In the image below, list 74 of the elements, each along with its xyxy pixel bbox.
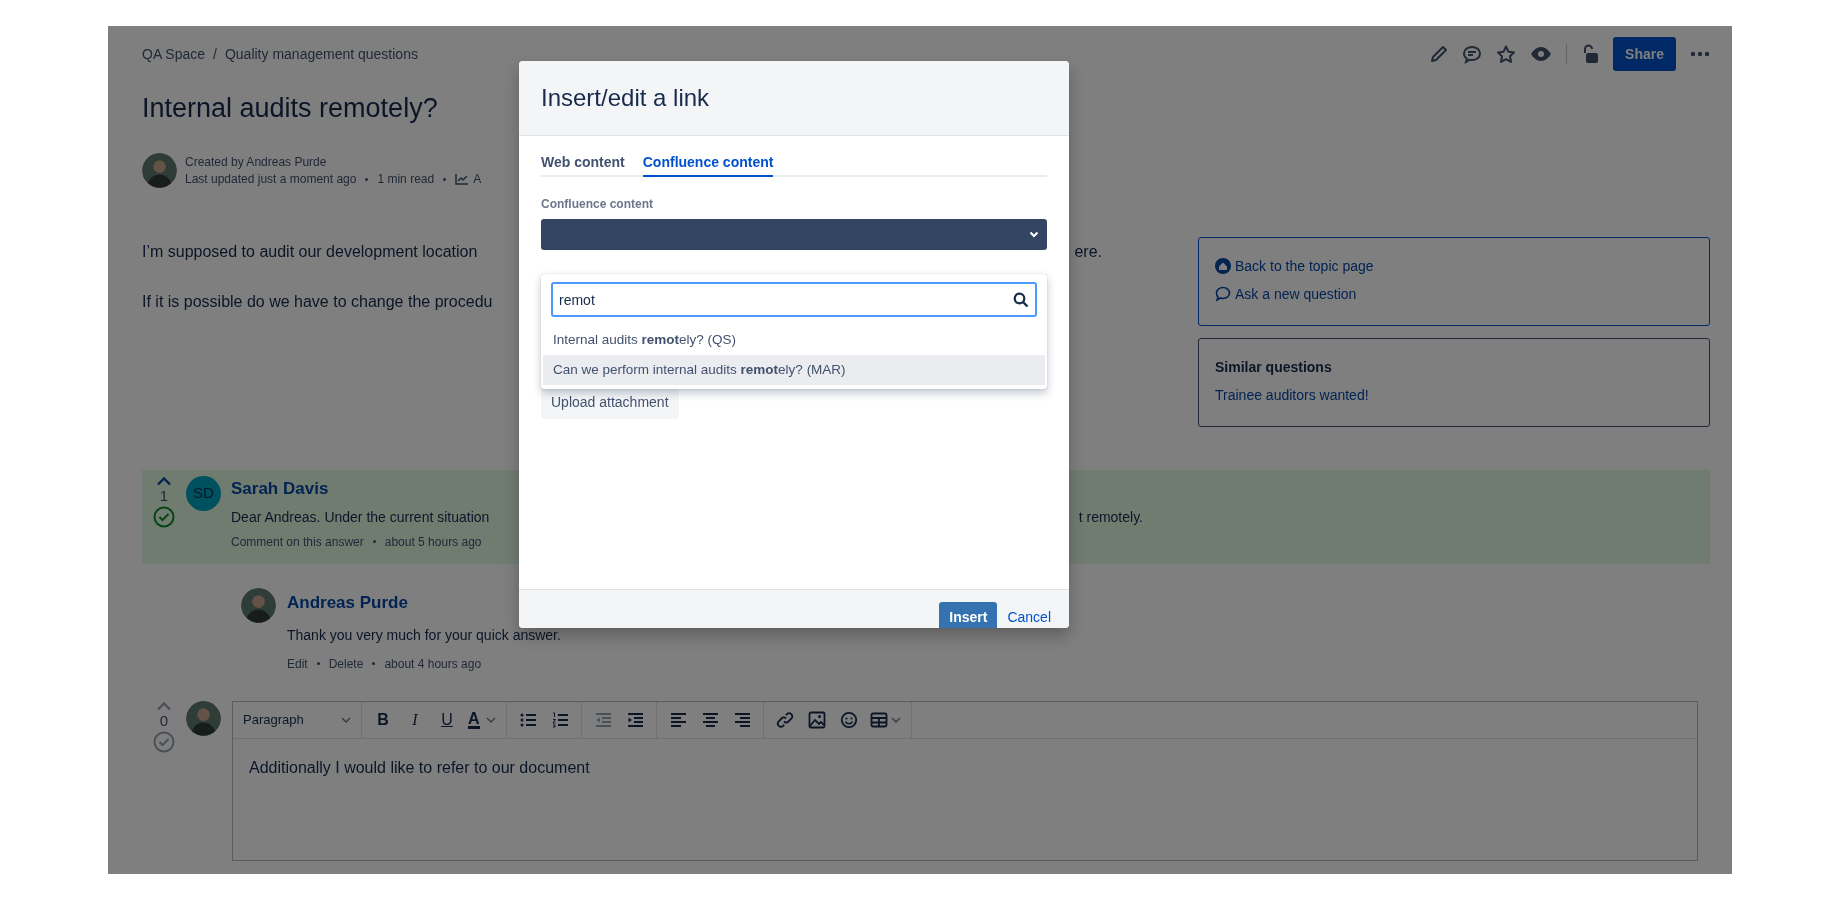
editor-text: Additionally I would like to refer to our document bbox=[248, 757, 591, 778]
upvote-icon[interactable] bbox=[156, 476, 172, 486]
avatar bbox=[241, 588, 276, 623]
indent-icon bbox=[625, 710, 644, 729]
field-label: Confluence content bbox=[541, 196, 654, 213]
question-text: If it is possible do we have to change the procedu bbox=[142, 292, 493, 312]
outdent-icon bbox=[593, 710, 612, 729]
sidebar-link[interactable]: Ask a new question bbox=[1215, 280, 1693, 308]
avatar bbox=[142, 153, 177, 188]
action-link[interactable]: Comment on this answer bbox=[231, 532, 364, 551]
numbered-list-icon bbox=[550, 710, 569, 729]
answer-text: t remotely. bbox=[1078, 507, 1143, 527]
more-icon[interactable] bbox=[1690, 51, 1710, 57]
toolbar-button[interactable]: U bbox=[432, 704, 462, 735]
toolbar-button[interactable]: Paragraph bbox=[239, 704, 355, 735]
table-icon bbox=[869, 710, 888, 729]
timestamp: about 5 hours ago bbox=[384, 533, 482, 551]
search-icon bbox=[1013, 292, 1029, 308]
panel-heading: Similar questions bbox=[1215, 358, 1333, 377]
link-icon bbox=[775, 710, 794, 729]
caret-icon bbox=[890, 716, 901, 723]
star-icon[interactable] bbox=[1496, 44, 1517, 64]
byline-text: 1 min read bbox=[377, 170, 435, 188]
search-result[interactable]: Can we perform internal audits remotely? (MAR) bbox=[543, 355, 1045, 385]
align-right-icon bbox=[732, 710, 751, 729]
align-center-icon bbox=[700, 710, 719, 729]
breadcrumb-separator: / bbox=[213, 44, 217, 64]
eye-icon[interactable] bbox=[1530, 46, 1553, 62]
accept-check-icon[interactable] bbox=[153, 730, 175, 753]
breadcrumb-link[interactable]: QA Space bbox=[142, 43, 206, 65]
question-text: I’m supposed to audit our development location bbox=[142, 242, 478, 262]
created-by-text: Created by Andreas Purde bbox=[185, 153, 328, 171]
toolbar-button[interactable]: I bbox=[400, 704, 430, 735]
answer-text: Dear Andreas. Under the current situation bbox=[231, 507, 490, 527]
initials-avatar: SD bbox=[186, 476, 221, 511]
share-button[interactable]: Share bbox=[1613, 37, 1676, 71]
page-title: Internal audits remotely? bbox=[142, 92, 438, 125]
toolbar-button[interactable]: A bbox=[464, 704, 500, 735]
edit-icon[interactable] bbox=[1430, 45, 1449, 63]
comment-icon[interactable] bbox=[1462, 44, 1483, 64]
dialog-tab[interactable]: Web content bbox=[541, 152, 625, 177]
unlock-icon[interactable] bbox=[1581, 44, 1600, 64]
byline-text: A bbox=[473, 170, 482, 188]
cancel-link[interactable]: Cancel bbox=[1007, 607, 1051, 628]
chart-icon bbox=[455, 173, 470, 185]
chevron-down-icon bbox=[1029, 231, 1039, 238]
search-field[interactable]: remot bbox=[551, 282, 1037, 317]
action-link[interactable]: Edit bbox=[287, 654, 308, 673]
avatar bbox=[186, 700, 221, 736]
emoji-icon bbox=[839, 710, 858, 729]
breadcrumb-link[interactable]: Quality management questions bbox=[224, 43, 418, 65]
question-text: ere. bbox=[1074, 242, 1102, 262]
vote-count: 1 bbox=[159, 486, 169, 506]
home-icon bbox=[1215, 258, 1231, 274]
caret-icon bbox=[485, 716, 496, 723]
speech-bubble-icon bbox=[1215, 286, 1231, 302]
question-link[interactable]: Trainee auditors wanted! bbox=[1215, 381, 1693, 409]
upvote-icon[interactable] bbox=[156, 700, 172, 711]
caret-icon bbox=[341, 716, 351, 723]
search-result[interactable]: Internal audits remotely? (QS) bbox=[543, 325, 1045, 355]
timestamp: about 4 hours ago bbox=[384, 655, 482, 673]
rich-text-editor[interactable]: Paragraph B I U A Additionally I would like to refer to our document bbox=[232, 700, 1698, 861]
align-left-icon bbox=[668, 710, 687, 729]
insert-button[interactable]: Insert bbox=[939, 601, 998, 628]
accepted-check-icon[interactable] bbox=[153, 506, 175, 528]
byline-text: Last updated just a moment ago bbox=[185, 170, 357, 188]
dialog-title: Insert/edit a link bbox=[541, 83, 710, 113]
dialog-tab[interactable]: Confluence content bbox=[642, 152, 774, 177]
vote-count: 0 bbox=[159, 710, 169, 731]
image-icon bbox=[807, 710, 826, 729]
sidebar-link[interactable]: Back to the topic page bbox=[1215, 252, 1693, 280]
toolbar-button[interactable]: B bbox=[368, 704, 398, 735]
comment-text: Thank you very much for your quick answer. bbox=[287, 625, 561, 645]
action-link[interactable]: Delete bbox=[328, 654, 364, 673]
